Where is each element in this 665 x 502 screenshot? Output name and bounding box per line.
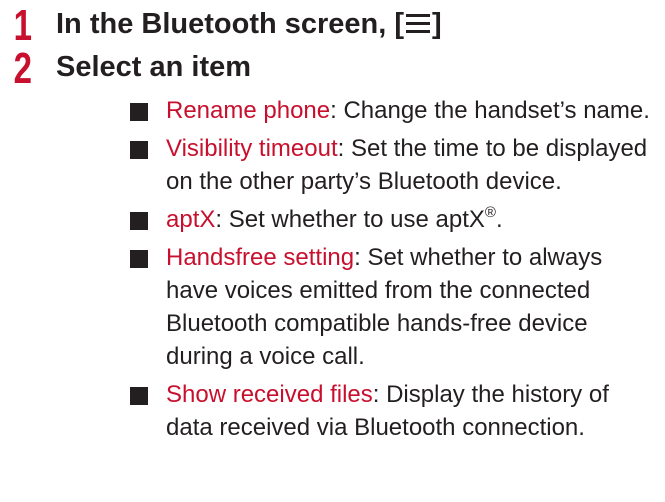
- step-2: 2 Select an item: [0, 44, 252, 93]
- list-item: Show received files: Display the history…: [130, 378, 655, 444]
- menu-icon: [406, 12, 431, 34]
- list-item: Handsfree setting: Set whether to always…: [130, 241, 655, 373]
- step-number: 2: [13, 44, 32, 93]
- step-title: Select an item: [56, 51, 252, 83]
- bullet-square-icon: [130, 387, 148, 405]
- item-term: Show received files: [166, 381, 373, 408]
- step-number: 1: [13, 1, 32, 50]
- bullet-square-icon: [130, 141, 148, 159]
- step-1: 1 In the Bluetooth screen, []: [0, 1, 442, 50]
- item-description: : Change the handset’s name.: [330, 97, 650, 124]
- item-term: Handsfree setting: [166, 244, 355, 271]
- step-title: In the Bluetooth screen, []: [56, 6, 442, 42]
- item-term: aptX: [166, 206, 216, 233]
- item-description: : Set whether to use aptX: [215, 206, 485, 233]
- item-list: Rename phone: Change the handset’s name.…: [130, 94, 655, 449]
- list-item: Rename phone: Change the handset’s name.: [130, 94, 655, 127]
- bullet-square-icon: [130, 212, 148, 230]
- registered-mark: ®: [484, 204, 496, 221]
- step-title-text: In the Bluetooth screen, [: [56, 8, 405, 40]
- step-title-close: ]: [432, 8, 442, 40]
- item-term: Visibility timeout: [166, 135, 338, 162]
- list-item: Visibility timeout: Set the time to be d…: [130, 132, 655, 198]
- bullet-square-icon: [130, 103, 148, 121]
- item-term: Rename phone: [166, 97, 331, 124]
- item-description-end: .: [495, 206, 503, 233]
- list-item: aptX: Set whether to use aptX®.: [130, 203, 655, 236]
- bullet-square-icon: [130, 250, 148, 268]
